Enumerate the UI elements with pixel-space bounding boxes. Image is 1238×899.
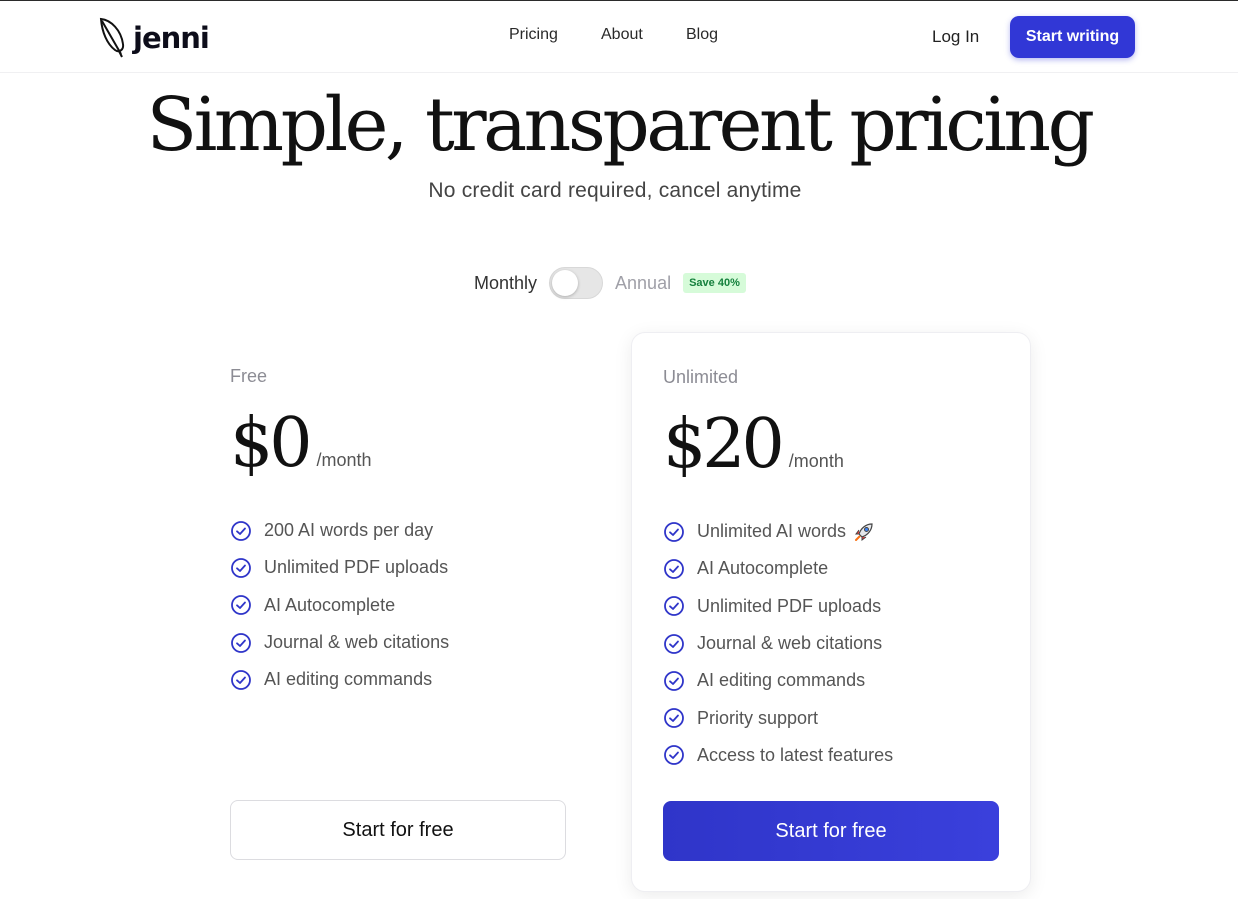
feature-text: Unlimited PDF uploads	[697, 595, 882, 616]
feature-text: Priority support	[697, 707, 819, 728]
start-writing-button[interactable]: Start writing	[1010, 16, 1135, 58]
check-circle-icon	[231, 632, 251, 653]
feature-text: Access to latest features	[697, 744, 894, 765]
billing-annual-label[interactable]: Annual	[615, 273, 671, 294]
plan-price: $20	[663, 405, 785, 484]
billing-toggle: Monthly Annual Save 40%	[474, 266, 746, 300]
check-circle-icon	[231, 669, 251, 690]
check-circle-icon	[664, 559, 684, 579]
price-row: $20 /month	[663, 403, 844, 487]
plan-name: Free	[230, 366, 268, 386]
check-circle-icon	[231, 520, 251, 541]
check-circle-icon	[664, 670, 684, 691]
feature-list: 200 AI words per day Unlimited PDF uploa…	[230, 512, 449, 698]
feature-item: Unlimited PDF uploads	[230, 549, 449, 586]
plan-name: Unlimited	[663, 367, 739, 387]
page-title: Simple, transparent pricing	[146, 82, 1095, 168]
plan-period: /month	[316, 450, 372, 470]
check-circle-icon	[231, 595, 251, 616]
feature-item: Journal & web citations	[230, 624, 449, 661]
feature-item: AI editing commands	[230, 661, 449, 698]
start-free-unlimited-button[interactable]: Start for free	[663, 801, 999, 861]
feature-text: Unlimited PDF uploads	[264, 557, 449, 578]
feature-item: Unlimited AI words	[663, 513, 893, 550]
top-nav: jenni Pricing About Blog Log In Start wr…	[0, 1, 1238, 73]
feature-item: 200 AI words per day	[230, 512, 449, 549]
nav-link-pricing[interactable]: Pricing	[509, 26, 558, 44]
feature-item: Unlimited PDF uploads	[663, 588, 893, 625]
feature-text: Journal & web citations	[697, 633, 883, 654]
check-circle-icon	[231, 558, 251, 578]
feature-text: 200 AI words per day	[264, 520, 434, 541]
check-circle-icon	[664, 596, 684, 617]
switch-knob	[552, 270, 579, 296]
feature-text: AI Autocomplete	[697, 558, 829, 579]
feature-item: Access to latest features	[663, 737, 893, 774]
price-row: $0 /month	[230, 402, 372, 486]
nav-link-about[interactable]: About	[601, 26, 643, 44]
check-circle-icon	[664, 745, 684, 766]
brand-name: jenni	[133, 21, 210, 55]
billing-switch[interactable]	[549, 267, 604, 299]
feature-item: AI editing commands	[663, 662, 893, 699]
feather-icon	[99, 17, 125, 58]
plan-price: $0	[230, 404, 313, 483]
check-circle-icon	[664, 633, 684, 654]
feature-text: AI editing commands	[697, 670, 866, 691]
feature-text: Unlimited AI words	[697, 521, 847, 542]
nav-link-blog[interactable]: Blog	[686, 26, 718, 44]
feature-list: Unlimited AI words AI Autocomplete Unlim…	[663, 513, 893, 774]
feature-text: AI editing commands	[264, 669, 433, 690]
brand-logo[interactable]: jenni	[97, 15, 210, 59]
start-free-button[interactable]: Start for free	[230, 800, 566, 860]
feature-item: Journal & web citations	[663, 625, 893, 662]
feature-text: Journal & web citations	[264, 632, 450, 653]
plan-card-free: Free $0 /month 200 AI words per day Unli…	[199, 332, 599, 892]
check-circle-icon	[664, 708, 684, 729]
feature-item: AI Autocomplete	[663, 550, 893, 587]
save-badge: Save 40%	[683, 273, 746, 293]
feature-item: Priority support	[663, 699, 893, 736]
rocket-icon	[855, 523, 873, 541]
billing-monthly-label[interactable]: Monthly	[474, 273, 537, 294]
check-circle-icon	[664, 521, 684, 542]
plan-period: /month	[788, 451, 844, 471]
login-link[interactable]: Log In	[932, 27, 979, 47]
plan-card-unlimited: Unlimited $20 /month Unlimited AI words …	[631, 332, 1031, 892]
feature-text: AI Autocomplete	[264, 594, 396, 615]
feature-item: AI Autocomplete	[230, 587, 449, 624]
page-subtitle: No credit card required, cancel anytime	[428, 179, 802, 202]
